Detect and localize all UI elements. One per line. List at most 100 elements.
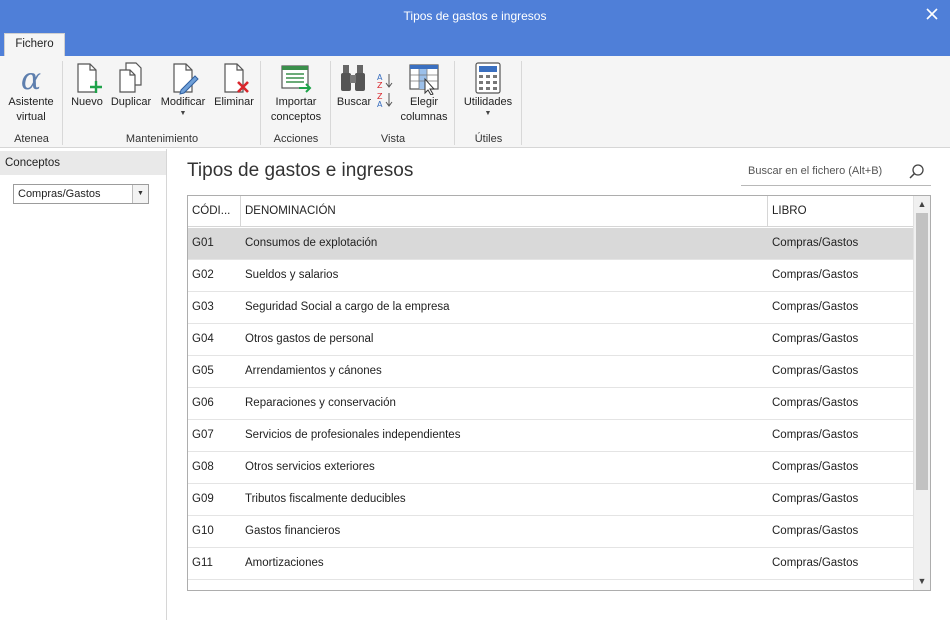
column-header-libro[interactable]: LIBRO bbox=[768, 196, 914, 227]
sort-button[interactable]: A Z Z A bbox=[374, 59, 396, 109]
conceptos-label: conceptos bbox=[270, 111, 322, 123]
calculator-icon bbox=[475, 62, 501, 94]
sidebar-header: Conceptos bbox=[0, 151, 166, 175]
eliminar-label: Eliminar bbox=[214, 96, 254, 108]
cell-denominacion: Consumos de explotación bbox=[245, 237, 378, 249]
svg-text:Z: Z bbox=[377, 81, 383, 90]
group-label-utiles: Útiles bbox=[474, 133, 503, 145]
table-row[interactable]: G09 Tributos fiscalmente deducibles Compra… bbox=[188, 484, 914, 516]
nuevo-label: Nuevo bbox=[71, 96, 103, 108]
cell-libro: Compras/Gastos bbox=[772, 429, 859, 441]
table-row[interactable]: G10 Gastos financieros Compras/Gastos bbox=[188, 516, 914, 548]
importar-conceptos-button[interactable]: Importar conceptos bbox=[265, 59, 327, 125]
ribbon: α Asistente virtual Atenea Nuevo Duplica… bbox=[0, 56, 950, 148]
new-document-icon bbox=[77, 63, 102, 93]
ribbon-tab-strip: Fichero bbox=[0, 31, 950, 56]
table-row[interactable]: G04 Otros gastos de personal Compras/Gasto… bbox=[188, 324, 914, 356]
cell-denominacion: Amortizaciones bbox=[245, 557, 324, 569]
table-row[interactable]: G06 Reparaciones y conservación Compras/Ga… bbox=[188, 388, 914, 420]
cell-denominacion: Sueldos y salarios bbox=[245, 269, 339, 281]
tab-fichero[interactable]: Fichero bbox=[4, 33, 65, 56]
cell-codigo: G01 bbox=[192, 237, 214, 249]
libro-combo[interactable]: Compras/Gastos ▼ bbox=[13, 184, 149, 204]
columnas-label: columnas bbox=[400, 111, 448, 123]
search-icon[interactable] bbox=[908, 163, 925, 180]
eliminar-button[interactable]: Eliminar bbox=[211, 59, 257, 110]
chevron-down-icon[interactable]: ▼ bbox=[132, 185, 148, 203]
duplicar-label: Duplicar bbox=[110, 96, 152, 108]
group-acciones: Importar conceptos Acciones bbox=[261, 59, 331, 147]
alpha-icon: α bbox=[21, 62, 41, 95]
scrollbar-thumb[interactable] bbox=[916, 213, 928, 490]
search-placeholder: Buscar en el fichero (Alt+B) bbox=[748, 165, 883, 177]
buscar-button[interactable]: Buscar bbox=[334, 59, 374, 110]
cell-codigo: G11 bbox=[192, 557, 213, 569]
page-title: Tipos de gastos e ingresos bbox=[187, 160, 414, 181]
asistente-virtual-button[interactable]: α Asistente virtual bbox=[2, 59, 60, 125]
group-label-acciones: Acciones bbox=[273, 133, 319, 145]
virtual-label: virtual bbox=[16, 111, 46, 123]
chevron-down-icon: ▼ bbox=[484, 110, 492, 117]
delete-icon bbox=[224, 63, 249, 93]
cell-libro: Compras/Gastos bbox=[772, 397, 859, 409]
cell-libro: Compras/Gastos bbox=[772, 461, 859, 473]
close-icon[interactable] bbox=[922, 4, 942, 24]
modificar-label: Modificar bbox=[160, 96, 206, 108]
cell-codigo: G05 bbox=[192, 365, 214, 377]
importar-label: Importar bbox=[275, 96, 317, 108]
sort-icon: A Z Z A bbox=[377, 73, 393, 109]
cell-libro: Compras/Gastos bbox=[772, 269, 859, 281]
cell-codigo: G10 bbox=[192, 525, 214, 537]
cell-codigo: G09 bbox=[192, 493, 214, 505]
buscar-label: Buscar bbox=[336, 96, 372, 108]
group-label-mantenimiento: Mantenimiento bbox=[125, 133, 199, 145]
cell-denominacion: Otros servicios exteriores bbox=[245, 461, 375, 473]
window-title: Tipos de gastos e ingresos bbox=[403, 9, 547, 23]
cell-codigo: G07 bbox=[192, 429, 214, 441]
cell-libro: Compras/Gastos bbox=[772, 557, 859, 569]
svg-text:α: α bbox=[21, 62, 41, 95]
cell-denominacion: Servicios de profesionales independiente… bbox=[245, 429, 461, 441]
utilidades-label: Utilidades bbox=[463, 96, 513, 108]
elegir-label: Elegir bbox=[409, 96, 439, 108]
chevron-down-icon: ▼ bbox=[179, 110, 187, 117]
data-grid[interactable]: CÓDI... DENOMINACIÓN LIBRO G01 Consumos d… bbox=[187, 195, 931, 591]
cell-codigo: G06 bbox=[192, 397, 214, 409]
cell-denominacion: Tributos fiscalmente deducibles bbox=[245, 493, 406, 505]
vertical-scrollbar[interactable]: ▲ ▼ bbox=[913, 196, 930, 590]
column-header-denominacion[interactable]: DENOMINACIÓN bbox=[241, 196, 768, 227]
column-header-codigo[interactable]: CÓDI... bbox=[188, 196, 241, 227]
asistente-label: Asistente bbox=[8, 96, 54, 108]
cell-denominacion: Seguridad Social a cargo de la empresa bbox=[245, 301, 450, 313]
cell-denominacion: Otros gastos de personal bbox=[245, 333, 374, 345]
duplicate-icon bbox=[119, 62, 142, 93]
table-row[interactable]: G05 Arrendamientos y cánones Compras/Gasto… bbox=[188, 356, 914, 388]
nuevo-button[interactable]: Nuevo bbox=[67, 59, 107, 110]
sidebar: Conceptos Compras/Gastos ▼ bbox=[0, 149, 167, 620]
table-row[interactable]: G03 Seguridad Social a cargo de la empres… bbox=[188, 292, 914, 324]
binoculars-icon bbox=[341, 65, 365, 91]
cell-libro: Compras/Gastos bbox=[772, 493, 859, 505]
chevron-up-icon[interactable]: ▲ bbox=[914, 196, 930, 213]
cell-libro: Compras/Gastos bbox=[772, 237, 859, 249]
cell-codigo: G08 bbox=[192, 461, 214, 473]
table-row[interactable]: G07 Servicios de profesionales independie… bbox=[188, 420, 914, 452]
group-separator bbox=[521, 61, 522, 145]
modificar-button[interactable]: Modificar ▼ bbox=[155, 59, 211, 118]
cell-codigo: G03 bbox=[192, 301, 214, 313]
table-row[interactable]: G11 Amortizaciones Compras/Gastos bbox=[188, 548, 914, 580]
chevron-down-icon[interactable]: ▼ bbox=[914, 573, 930, 590]
columns-icon bbox=[409, 64, 439, 95]
search-input[interactable]: Buscar en el fichero (Alt+B) bbox=[741, 160, 931, 186]
utilidades-button[interactable]: Utilidades ▼ bbox=[458, 59, 518, 118]
combo-value: Compras/Gastos bbox=[18, 188, 101, 200]
table-row[interactable]: G01 Consumos de explotación Compras/Gastos bbox=[188, 228, 914, 260]
table-row[interactable]: G08 Otros servicios exteriores Compras/Gas… bbox=[188, 452, 914, 484]
duplicar-button[interactable]: Duplicar bbox=[107, 59, 155, 110]
elegir-columnas-button[interactable]: Elegir columnas bbox=[398, 59, 450, 125]
cell-denominacion: Reparaciones y conservación bbox=[245, 397, 396, 409]
group-label-vista: Vista bbox=[380, 133, 406, 145]
cell-libro: Compras/Gastos bbox=[772, 301, 859, 313]
cell-libro: Compras/Gastos bbox=[772, 333, 859, 345]
table-row[interactable]: G02 Sueldos y salarios Compras/Gastos bbox=[188, 260, 914, 292]
